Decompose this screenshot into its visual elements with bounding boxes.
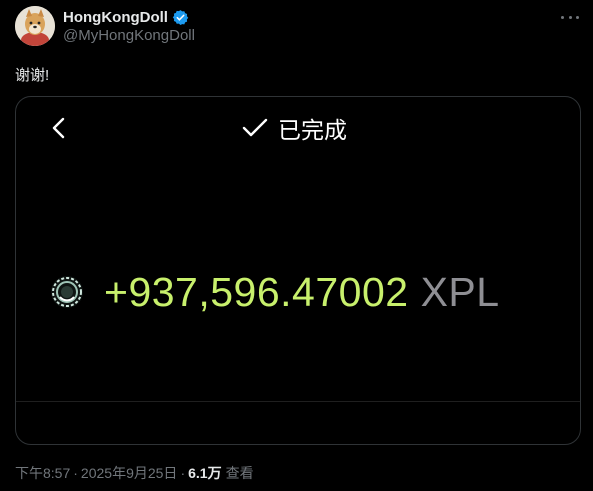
author-name-row[interactable]: HongKongDoll — [63, 7, 189, 27]
avatar[interactable] — [15, 6, 55, 46]
post-date[interactable]: 2025年9月25日 — [81, 463, 178, 483]
chevron-left-icon — [50, 117, 68, 139]
transaction-status: 已完成 — [242, 113, 347, 143]
verified-badge-icon — [172, 9, 189, 26]
token-logo-icon — [50, 275, 84, 309]
check-icon — [242, 118, 268, 138]
author-handle[interactable]: @MyHongKongDoll — [63, 27, 195, 44]
views-count[interactable]: 6.1万 — [188, 463, 221, 483]
views-label[interactable]: 查看 — [226, 463, 254, 483]
amount-row: +937,596.47002 XPL — [50, 267, 500, 317]
tweet-page: HongKongDoll @MyHongKongDoll 谢谢! 已完成 +93… — [0, 0, 593, 491]
display-name[interactable]: HongKongDoll — [63, 9, 168, 26]
post-time[interactable]: 下午8:57 — [15, 463, 70, 483]
avatar-image — [15, 6, 55, 46]
card-divider — [16, 401, 580, 402]
transaction-amount: +937,596.47002 — [104, 268, 409, 315]
more-options-icon[interactable] — [561, 8, 579, 26]
meta-separator-2: · — [180, 465, 186, 481]
post-text: 谢谢! — [15, 67, 50, 84]
embedded-screenshot-card[interactable]: 已完成 +937,596.47002 XPL — [15, 96, 581, 445]
status-text: 已完成 — [278, 117, 347, 143]
meta-separator: · — [73, 465, 78, 481]
token-unit: XPL — [420, 268, 500, 315]
post-meta: 下午8:57 · 2025年9月25日 · 6.1万 查看 — [15, 463, 254, 483]
